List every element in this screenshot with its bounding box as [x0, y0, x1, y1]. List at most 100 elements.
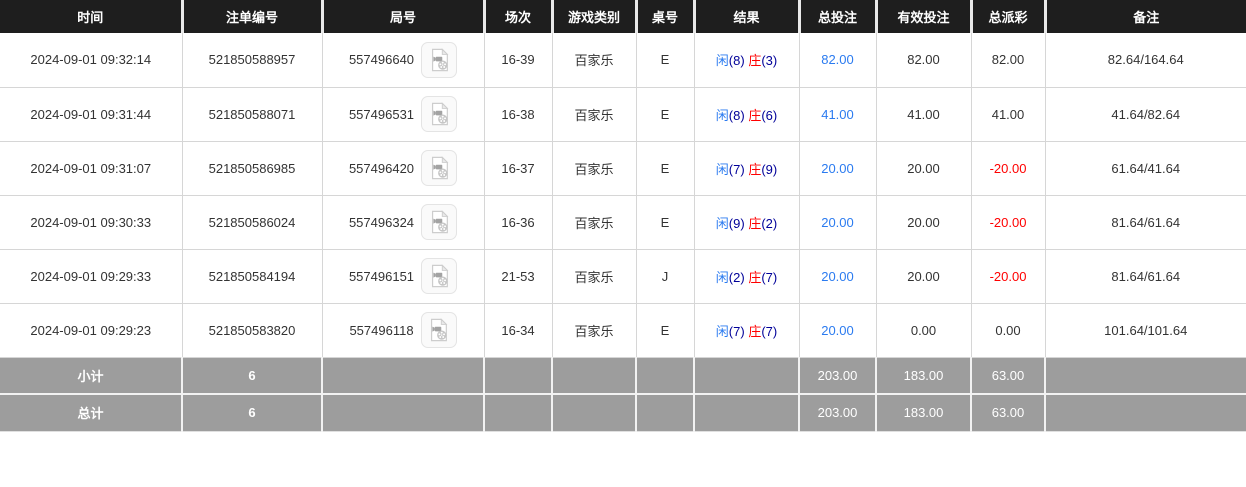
cell-session: 16-37	[484, 141, 552, 195]
subtotal-count: 6	[182, 357, 322, 394]
column-header-valid-bet: 有效投注	[876, 0, 971, 33]
round-no-text: 557496640	[349, 52, 414, 67]
banker-result-label: 庄	[748, 108, 761, 123]
cell-session: 16-36	[484, 195, 552, 249]
cell-order-no: 521850588957	[182, 33, 322, 87]
cell-session: 16-38	[484, 87, 552, 141]
grand-total-count: 6	[182, 394, 322, 431]
cell-order-no: 521850588071	[182, 87, 322, 141]
player-result-label: 闲	[716, 53, 729, 68]
grand-total-valid-bet: 183.00	[876, 394, 971, 431]
video-replay-icon	[429, 156, 450, 180]
column-header-total-bet: 总投注	[799, 0, 876, 33]
cell-total-payout: 0.00	[971, 303, 1045, 357]
cell-total-bet: 20.00	[799, 249, 876, 303]
cell-result: 闲(8) 庄(6)	[694, 87, 799, 141]
banker-result-label: 庄	[748, 324, 761, 339]
cell-game-type: 百家乐	[552, 195, 636, 249]
cell-valid-bet: 20.00	[876, 141, 971, 195]
player-result-label: 闲	[716, 162, 729, 177]
cell-round-no: 557496118	[322, 303, 484, 357]
cell-time: 2024-09-01 09:31:07	[0, 141, 182, 195]
cell-total-payout: -20.00	[971, 141, 1045, 195]
empty-cell	[552, 357, 636, 394]
banker-result-score: (6)	[761, 108, 777, 123]
round-no-text: 557496420	[349, 161, 414, 176]
cell-order-no: 521850586024	[182, 195, 322, 249]
cell-game-type: 百家乐	[552, 141, 636, 195]
cell-game-type: 百家乐	[552, 303, 636, 357]
cell-valid-bet: 20.00	[876, 249, 971, 303]
table-row: 2024-09-01 09:31:44 521850588071 5574965…	[0, 87, 1246, 141]
player-result-label: 闲	[716, 270, 729, 285]
cell-time: 2024-09-01 09:31:44	[0, 87, 182, 141]
banker-result-score: (7)	[761, 324, 777, 339]
column-header-game-type: 游戏类别	[552, 0, 636, 33]
video-replay-button[interactable]	[421, 96, 457, 132]
player-result-score: (2)	[729, 270, 745, 285]
table-row: 2024-09-01 09:32:14 521850588957 5574966…	[0, 33, 1246, 87]
cell-table-no: E	[636, 195, 694, 249]
video-replay-button[interactable]	[421, 258, 457, 294]
cell-round-no: 557496420	[322, 141, 484, 195]
video-replay-icon	[429, 264, 450, 288]
cell-remark: 101.64/101.64	[1045, 303, 1246, 357]
cell-remark: 61.64/41.64	[1045, 141, 1246, 195]
cell-table-no: E	[636, 303, 694, 357]
player-result-score: (8)	[729, 108, 745, 123]
banker-result-label: 庄	[748, 53, 761, 68]
banker-result-score: (2)	[761, 216, 777, 231]
video-replay-icon	[428, 318, 449, 342]
bet-records-page: 时间 注单编号 局号 场次 游戏类别 桌号 结果 总投注 有效投注 总派彩 备注…	[0, 0, 1246, 487]
video-replay-icon	[429, 102, 450, 126]
player-result-score: (7)	[729, 162, 745, 177]
empty-cell	[484, 394, 552, 431]
cell-table-no: J	[636, 249, 694, 303]
empty-cell	[552, 394, 636, 431]
column-header-round-no: 局号	[322, 0, 484, 33]
column-header-table-no: 桌号	[636, 0, 694, 33]
cell-round-no: 557496324	[322, 195, 484, 249]
grand-total-label: 总计	[0, 394, 182, 431]
empty-cell	[1045, 357, 1246, 394]
cell-time: 2024-09-01 09:30:33	[0, 195, 182, 249]
video-replay-button[interactable]	[421, 312, 457, 348]
table-row: 2024-09-01 09:31:07 521850586985 5574964…	[0, 141, 1246, 195]
cell-time: 2024-09-01 09:29:23	[0, 303, 182, 357]
subtotal-row: 小计 6 203.00 183.00 63.00	[0, 357, 1246, 394]
cell-result: 闲(2) 庄(7)	[694, 249, 799, 303]
video-replay-button[interactable]	[421, 42, 457, 78]
cell-result: 闲(7) 庄(7)	[694, 303, 799, 357]
video-replay-icon	[429, 210, 450, 234]
video-replay-button[interactable]	[421, 150, 457, 186]
banker-result-score: (3)	[761, 53, 777, 68]
grand-total-total-bet: 203.00	[799, 394, 876, 431]
cell-round-no: 557496640	[322, 33, 484, 87]
cell-remark: 82.64/164.64	[1045, 33, 1246, 87]
cell-remark: 81.64/61.64	[1045, 195, 1246, 249]
cell-result: 闲(9) 庄(2)	[694, 195, 799, 249]
subtotal-label: 小计	[0, 357, 182, 394]
cell-game-type: 百家乐	[552, 33, 636, 87]
cell-round-no: 557496151	[322, 249, 484, 303]
table-row: 2024-09-01 09:29:23 521850583820 5574961…	[0, 303, 1246, 357]
grand-total-row: 总计 6 203.00 183.00 63.00	[0, 394, 1246, 431]
empty-cell	[694, 357, 799, 394]
round-no-text: 557496531	[349, 107, 414, 122]
column-header-time: 时间	[0, 0, 182, 33]
empty-cell	[1045, 394, 1246, 431]
video-replay-button[interactable]	[421, 204, 457, 240]
banker-result-label: 庄	[748, 162, 761, 177]
cell-session: 16-34	[484, 303, 552, 357]
column-header-result: 结果	[694, 0, 799, 33]
banker-result-score: (9)	[761, 162, 777, 177]
subtotal-total-payout: 63.00	[971, 357, 1045, 394]
column-header-remark: 备注	[1045, 0, 1246, 33]
column-header-session: 场次	[484, 0, 552, 33]
cell-order-no: 521850584194	[182, 249, 322, 303]
cell-time: 2024-09-01 09:32:14	[0, 33, 182, 87]
cell-total-bet: 20.00	[799, 303, 876, 357]
cell-order-no: 521850583820	[182, 303, 322, 357]
cell-remark: 41.64/82.64	[1045, 87, 1246, 141]
cell-total-payout: -20.00	[971, 249, 1045, 303]
